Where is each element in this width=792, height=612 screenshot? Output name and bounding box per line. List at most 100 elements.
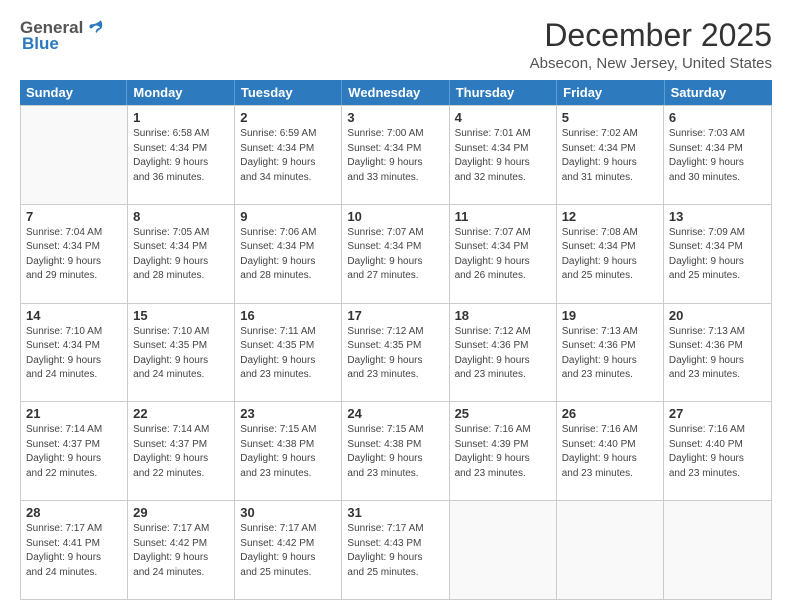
day-number-19: 19 bbox=[562, 308, 658, 323]
cal-cell-8: 8 Sunrise: 7:05 AMSunset: 4:34 PMDaylight… bbox=[128, 205, 235, 303]
cal-cell-3: 3Sunrise: 7:00 AMSunset: 4:34 PMDaylight… bbox=[342, 106, 449, 204]
cell-info-16: Sunrise: 7:11 AMSunset: 4:35 PMDaylight:… bbox=[240, 325, 336, 383]
cal-cell-1: 1 Sunrise: 6:58 AMSunset: 4:34 PMDaylight… bbox=[128, 106, 235, 204]
day-number-3: 3 bbox=[347, 110, 443, 125]
header-day-wednesday: Wednesday bbox=[342, 80, 449, 105]
day-number-13: 13 bbox=[669, 209, 766, 224]
header-day-tuesday: Tuesday bbox=[235, 80, 342, 105]
cal-cell-14: 14Sunrise: 7:10 AMSunset: 4:34 PMDayligh… bbox=[21, 304, 128, 402]
cal-cell-13: 13 Sunrise: 7:09 AMSunset: 4:34 PMDayligh… bbox=[664, 205, 771, 303]
cal-row-5: 28 Sunrise: 7:17 AMSunset: 4:41 PMDayligh… bbox=[21, 500, 771, 599]
cal-cell-28: 28 Sunrise: 7:17 AMSunset: 4:41 PMDayligh… bbox=[21, 501, 128, 599]
cell-info-19: Sunrise: 7:13 AMSunset: 4:36 PMDaylight:… bbox=[562, 325, 658, 383]
day-number-29: 29 bbox=[133, 505, 229, 520]
cell-info-25: Sunrise: 7:16 AMSunset: 4:39 PMDaylight:… bbox=[455, 423, 551, 481]
cal-cell-18: 18 Sunrise: 7:12 AMSunset: 4:36 PMDayligh… bbox=[450, 304, 557, 402]
cell-info-24: Sunrise: 7:15 AMSunset: 4:38 PMDaylight:… bbox=[347, 423, 443, 481]
day-number-25: 25 bbox=[455, 406, 551, 421]
day-number-22: 22 bbox=[133, 406, 229, 421]
header-day-monday: Monday bbox=[127, 80, 234, 105]
cal-row-4: 21 Sunrise: 7:14 AMSunset: 4:37 PMDayligh… bbox=[21, 401, 771, 500]
cal-cell-16: 16Sunrise: 7:11 AMSunset: 4:35 PMDayligh… bbox=[235, 304, 342, 402]
day-number-26: 26 bbox=[562, 406, 658, 421]
cal-row-2: 7 Sunrise: 7:04 AMSunset: 4:34 PMDaylight… bbox=[21, 204, 771, 303]
logo-blue-text: Blue bbox=[22, 34, 59, 54]
day-number-27: 27 bbox=[669, 406, 766, 421]
cell-info-28: Sunrise: 7:17 AMSunset: 4:41 PMDaylight:… bbox=[26, 522, 122, 580]
cal-cell-empty-0-0 bbox=[21, 106, 128, 204]
day-number-11: 11 bbox=[455, 209, 551, 224]
cal-cell-17: 17 Sunrise: 7:12 AMSunset: 4:35 PMDayligh… bbox=[342, 304, 449, 402]
cell-info-18: Sunrise: 7:12 AMSunset: 4:36 PMDaylight:… bbox=[455, 325, 551, 383]
cell-info-2: Sunrise: 6:59 AMSunset: 4:34 PMDaylight:… bbox=[240, 127, 336, 185]
cell-info-11: Sunrise: 7:07 AMSunset: 4:34 PMDaylight:… bbox=[455, 226, 551, 284]
header-day-friday: Friday bbox=[557, 80, 664, 105]
cal-cell-12: 12 Sunrise: 7:08 AMSunset: 4:34 PMDayligh… bbox=[557, 205, 664, 303]
cal-cell-22: 22Sunrise: 7:14 AMSunset: 4:37 PMDayligh… bbox=[128, 402, 235, 500]
day-number-21: 21 bbox=[26, 406, 122, 421]
day-number-5: 5 bbox=[562, 110, 658, 125]
cell-info-4: Sunrise: 7:01 AMSunset: 4:34 PMDaylight:… bbox=[455, 127, 551, 185]
cal-cell-4: 4 Sunrise: 7:01 AMSunset: 4:34 PMDaylight… bbox=[450, 106, 557, 204]
cal-row-3: 14Sunrise: 7:10 AMSunset: 4:34 PMDayligh… bbox=[21, 303, 771, 402]
day-number-15: 15 bbox=[133, 308, 229, 323]
day-number-6: 6 bbox=[669, 110, 766, 125]
day-number-7: 7 bbox=[26, 209, 122, 224]
cell-info-12: Sunrise: 7:08 AMSunset: 4:34 PMDaylight:… bbox=[562, 226, 658, 284]
header-day-thursday: Thursday bbox=[450, 80, 557, 105]
cell-info-20: Sunrise: 7:13 AMSunset: 4:36 PMDaylight:… bbox=[669, 325, 766, 383]
page: General Blue December 2025 Absecon, New … bbox=[0, 0, 792, 612]
cell-info-6: Sunrise: 7:03 AMSunset: 4:34 PMDaylight:… bbox=[669, 127, 766, 185]
cal-cell-15: 15Sunrise: 7:10 AMSunset: 4:35 PMDayligh… bbox=[128, 304, 235, 402]
cell-info-14: Sunrise: 7:10 AMSunset: 4:34 PMDaylight:… bbox=[26, 325, 122, 383]
cell-info-13: Sunrise: 7:09 AMSunset: 4:34 PMDaylight:… bbox=[669, 226, 766, 284]
cell-info-5: Sunrise: 7:02 AMSunset: 4:34 PMDaylight:… bbox=[562, 127, 658, 185]
cal-cell-26: 26 Sunrise: 7:16 AMSunset: 4:40 PMDayligh… bbox=[557, 402, 664, 500]
cal-cell-31: 31Sunrise: 7:17 AMSunset: 4:43 PMDayligh… bbox=[342, 501, 449, 599]
month-title: December 2025 bbox=[530, 18, 772, 53]
header: General Blue December 2025 Absecon, New … bbox=[20, 18, 772, 72]
day-number-4: 4 bbox=[455, 110, 551, 125]
day-number-8: 8 bbox=[133, 209, 229, 224]
day-number-1: 1 bbox=[133, 110, 229, 125]
day-number-9: 9 bbox=[240, 209, 336, 224]
day-number-12: 12 bbox=[562, 209, 658, 224]
cell-info-1: Sunrise: 6:58 AMSunset: 4:34 PMDaylight:… bbox=[133, 127, 229, 185]
header-day-sunday: Sunday bbox=[20, 80, 127, 105]
calendar: SundayMondayTuesdayWednesdayThursdayFrid… bbox=[20, 80, 772, 600]
cal-cell-24: 24Sunrise: 7:15 AMSunset: 4:38 PMDayligh… bbox=[342, 402, 449, 500]
header-day-saturday: Saturday bbox=[665, 80, 772, 105]
cal-cell-25: 25 Sunrise: 7:16 AMSunset: 4:39 PMDayligh… bbox=[450, 402, 557, 500]
cell-info-10: Sunrise: 7:07 AMSunset: 4:34 PMDaylight:… bbox=[347, 226, 443, 284]
day-number-2: 2 bbox=[240, 110, 336, 125]
cell-info-7: Sunrise: 7:04 AMSunset: 4:34 PMDaylight:… bbox=[26, 226, 122, 284]
cal-cell-2: 2 Sunrise: 6:59 AMSunset: 4:34 PMDaylight… bbox=[235, 106, 342, 204]
cal-cell-20: 20 Sunrise: 7:13 AMSunset: 4:36 PMDayligh… bbox=[664, 304, 771, 402]
day-number-28: 28 bbox=[26, 505, 122, 520]
cal-cell-11: 11 Sunrise: 7:07 AMSunset: 4:34 PMDayligh… bbox=[450, 205, 557, 303]
cell-info-21: Sunrise: 7:14 AMSunset: 4:37 PMDaylight:… bbox=[26, 423, 122, 481]
cal-cell-5: 5 Sunrise: 7:02 AMSunset: 4:34 PMDaylight… bbox=[557, 106, 664, 204]
cal-cell-empty-4-6 bbox=[664, 501, 771, 599]
cal-cell-9: 9 Sunrise: 7:06 AMSunset: 4:34 PMDaylight… bbox=[235, 205, 342, 303]
location: Absecon, New Jersey, United States bbox=[530, 55, 772, 72]
cal-cell-empty-4-5 bbox=[557, 501, 664, 599]
day-number-10: 10 bbox=[347, 209, 443, 224]
cal-cell-23: 23Sunrise: 7:15 AMSunset: 4:38 PMDayligh… bbox=[235, 402, 342, 500]
day-number-20: 20 bbox=[669, 308, 766, 323]
cal-cell-19: 19 Sunrise: 7:13 AMSunset: 4:36 PMDayligh… bbox=[557, 304, 664, 402]
cell-info-8: Sunrise: 7:05 AMSunset: 4:34 PMDaylight:… bbox=[133, 226, 229, 284]
cell-info-26: Sunrise: 7:16 AMSunset: 4:40 PMDaylight:… bbox=[562, 423, 658, 481]
day-number-17: 17 bbox=[347, 308, 443, 323]
cal-cell-6: 6 Sunrise: 7:03 AMSunset: 4:34 PMDaylight… bbox=[664, 106, 771, 204]
cell-info-9: Sunrise: 7:06 AMSunset: 4:34 PMDaylight:… bbox=[240, 226, 336, 284]
cal-cell-27: 27Sunrise: 7:16 AMSunset: 4:40 PMDayligh… bbox=[664, 402, 771, 500]
cal-cell-7: 7 Sunrise: 7:04 AMSunset: 4:34 PMDaylight… bbox=[21, 205, 128, 303]
cal-cell-21: 21 Sunrise: 7:14 AMSunset: 4:37 PMDayligh… bbox=[21, 402, 128, 500]
day-number-23: 23 bbox=[240, 406, 336, 421]
day-number-18: 18 bbox=[455, 308, 551, 323]
cell-info-17: Sunrise: 7:12 AMSunset: 4:35 PMDaylight:… bbox=[347, 325, 443, 383]
cal-cell-empty-4-4 bbox=[450, 501, 557, 599]
cal-row-1: 1 Sunrise: 6:58 AMSunset: 4:34 PMDaylight… bbox=[21, 105, 771, 204]
calendar-body: 1 Sunrise: 6:58 AMSunset: 4:34 PMDaylight… bbox=[20, 105, 772, 600]
